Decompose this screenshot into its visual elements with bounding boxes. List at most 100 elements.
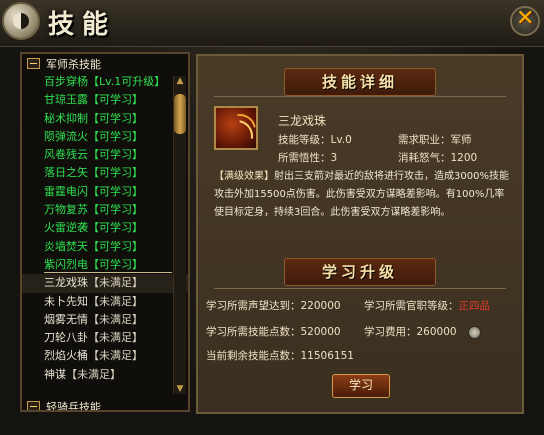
skill-item-name: 紫闪烈电 — [44, 257, 88, 271]
skill-detail-panel: 技能详细 三龙戏珠 技能等级：Lv.0 需求职业：军师 所需悟性：3 消耗怒气：… — [196, 54, 524, 414]
job-label: 需求职业： — [398, 134, 451, 146]
skill-item-status: 【可学习】 — [88, 93, 143, 107]
skill-item-name: 万物复苏 — [44, 203, 88, 217]
remain-label: 当前剩余技能点数： — [206, 350, 301, 362]
skill-item-name: 秘术抑制 — [44, 111, 88, 125]
skill-list-item[interactable]: 秘术抑制【可学习】 — [22, 110, 188, 128]
category-label: 军师杀技能 — [46, 57, 101, 71]
skill-item-name: 百步穿杨 — [44, 75, 88, 88]
job-value: 军师 — [450, 134, 472, 146]
skill-item-status: 【可学习】 — [88, 221, 143, 235]
skill-list-item[interactable]: 百步穿杨【Lv.1可升级】 — [22, 73, 188, 91]
skill-list-item[interactable]: 落日之矢【可学习】 — [22, 164, 188, 182]
divider — [214, 96, 506, 97]
skill-item-status: 【可学习】 — [88, 148, 143, 162]
insight-label: 所需悟性： — [278, 152, 331, 164]
skill-item-status: 【可学习】 — [88, 239, 143, 253]
skill-item-name: 落日之矢 — [44, 166, 88, 180]
skill-item-status: 【未满足】 — [88, 349, 143, 363]
level-label: 技能等级： — [278, 134, 331, 146]
skill-list-item[interactable]: 神谋【未满足】 — [22, 366, 188, 384]
skill-item-status: 【可学习】 — [88, 203, 143, 217]
anger-label: 消耗怒气： — [398, 152, 451, 164]
category-header[interactable]: 军师杀技能 — [22, 54, 188, 73]
skill-item-name: 风卷残云 — [44, 148, 88, 162]
cost-label: 学习费用： — [364, 326, 417, 338]
skill-list-item[interactable]: 烟雾无情【未满足】 — [22, 311, 188, 329]
skill-list-item[interactable]: 万物复苏【可学习】 — [22, 201, 188, 219]
description-tag: 【满级效果】 — [214, 171, 274, 182]
cost-value: 260000 — [416, 326, 457, 338]
divider — [214, 288, 506, 289]
window-header: 技能 ✕ — [0, 0, 544, 47]
points-value: 520000 — [300, 326, 341, 338]
skill-item-status: 【可学习】 — [88, 184, 143, 198]
skill-list-item[interactable]: 未卜先知【未满足】 — [22, 293, 188, 311]
skill-description: 【满级效果】射出三支箭对最近的敌将进行攻击，造成3000%技能攻击外加15500… — [214, 168, 510, 222]
skill-icon — [214, 106, 258, 150]
fame-value: 220000 — [300, 300, 341, 312]
category-label: 轻骑兵技能 — [46, 400, 101, 412]
upgrade-section-title: 学习升级 — [284, 258, 436, 286]
anger-value: 1200 — [450, 152, 478, 164]
category-header[interactable]: 轻骑兵技能 — [22, 397, 188, 412]
skill-list: 百步穿杨【Lv.1可升级】 甘琼玉露【可学习】 秘术抑制【可学习】 陨弹流火【可学习】… — [22, 73, 188, 384]
skill-item-name: 烈焰火桶 — [44, 349, 88, 363]
scroll-thumb[interactable] — [174, 94, 186, 134]
yin-yang-icon — [2, 2, 40, 40]
level-value: Lv.0 — [330, 134, 352, 146]
skill-item-name: 陨弹流火 — [44, 129, 88, 143]
job-row: 需求职业：军师 — [398, 132, 472, 147]
skill-item-status: 【未满足】 — [88, 312, 143, 326]
rank-row: 学习所需官职等级：正四品 — [364, 298, 490, 313]
skill-item-status: 【未满足】 — [88, 294, 143, 308]
skill-item-name: 雷霆电闪 — [44, 184, 88, 198]
skill-list-item[interactable]: 炎墙焚天【可学习】 — [22, 238, 188, 256]
close-icon: ✕ — [516, 6, 535, 31]
points-label: 学习所需技能点数： — [206, 326, 301, 338]
rank-value: 正四品 — [458, 300, 491, 312]
remain-row: 当前剩余技能点数：11506151 — [206, 348, 354, 363]
scrollbar[interactable]: ▲ ▼ — [173, 76, 186, 394]
skill-item-status: 【未满足】 — [66, 367, 121, 381]
skill-item-status: 【可学习】 — [88, 166, 143, 180]
skill-item-status: 【可学习】 — [88, 129, 143, 143]
level-row: 技能等级：Lv.0 — [278, 132, 352, 147]
skill-item-name: 火雷逆袭 — [44, 221, 88, 235]
minus-icon[interactable] — [27, 58, 40, 69]
window-title: 技能 — [48, 10, 117, 40]
skill-list-item[interactable]: 火雷逆袭【可学习】 — [22, 219, 188, 237]
skill-list-item[interactable]: 风卷残云【可学习】 — [22, 146, 188, 164]
fame-label: 学习所需声望达到： — [206, 300, 301, 312]
skill-list-item[interactable]: 甘琼玉露【可学习】 — [22, 91, 188, 109]
fame-row: 学习所需声望达到：220000 — [206, 298, 341, 313]
skill-item-name: 炎墙焚天 — [44, 239, 88, 253]
detail-section-title: 技能详细 — [284, 68, 436, 96]
scroll-down-icon[interactable]: ▼ — [175, 384, 185, 394]
skill-item-status: 【可学习】 — [88, 111, 143, 125]
skill-item-status: 【Lv.1可升级】 — [88, 75, 166, 88]
minus-icon[interactable] — [27, 401, 40, 410]
rank-label: 学习所需官职等级： — [364, 300, 459, 312]
coin-icon — [468, 326, 481, 339]
skill-item-status: 【未满足】 — [88, 276, 143, 290]
skill-list-item[interactable]: 烈焰火桶【未满足】 — [22, 347, 188, 365]
skill-list-item[interactable]: 雷霆电闪【可学习】 — [22, 183, 188, 201]
skill-item-name: 刀轮八卦 — [44, 331, 88, 345]
skill-item-name: 三龙戏珠 — [44, 276, 88, 290]
skill-item-name: 甘琼玉露 — [44, 93, 88, 107]
cost-row: 学习费用：260000 — [364, 324, 457, 339]
skill-item-status: 【可学习】 — [88, 257, 143, 271]
skill-list-item[interactable]: 陨弹流火【可学习】 — [22, 128, 188, 146]
learn-button[interactable]: 学习 — [332, 374, 390, 398]
skill-name: 三龙戏珠 — [278, 114, 327, 128]
skill-list-item[interactable]: 刀轮八卦【未满足】 — [22, 329, 188, 347]
skill-item-name: 烟雾无情 — [44, 312, 88, 326]
skill-window: 技能 ✕ 军师杀技能 百步穿杨【Lv.1可升级】 甘琼玉露【可学习】 秘术抑制【可学… — [0, 0, 544, 435]
scroll-up-icon[interactable]: ▲ — [175, 76, 185, 86]
close-button[interactable]: ✕ — [510, 6, 540, 36]
skill-list-item[interactable]: 三龙戏珠【未满足】 — [22, 274, 188, 293]
skill-item-name: 未卜先知 — [44, 294, 88, 308]
anger-row: 消耗怒气：1200 — [398, 150, 477, 165]
skill-item-name: 神谋 — [44, 367, 66, 381]
